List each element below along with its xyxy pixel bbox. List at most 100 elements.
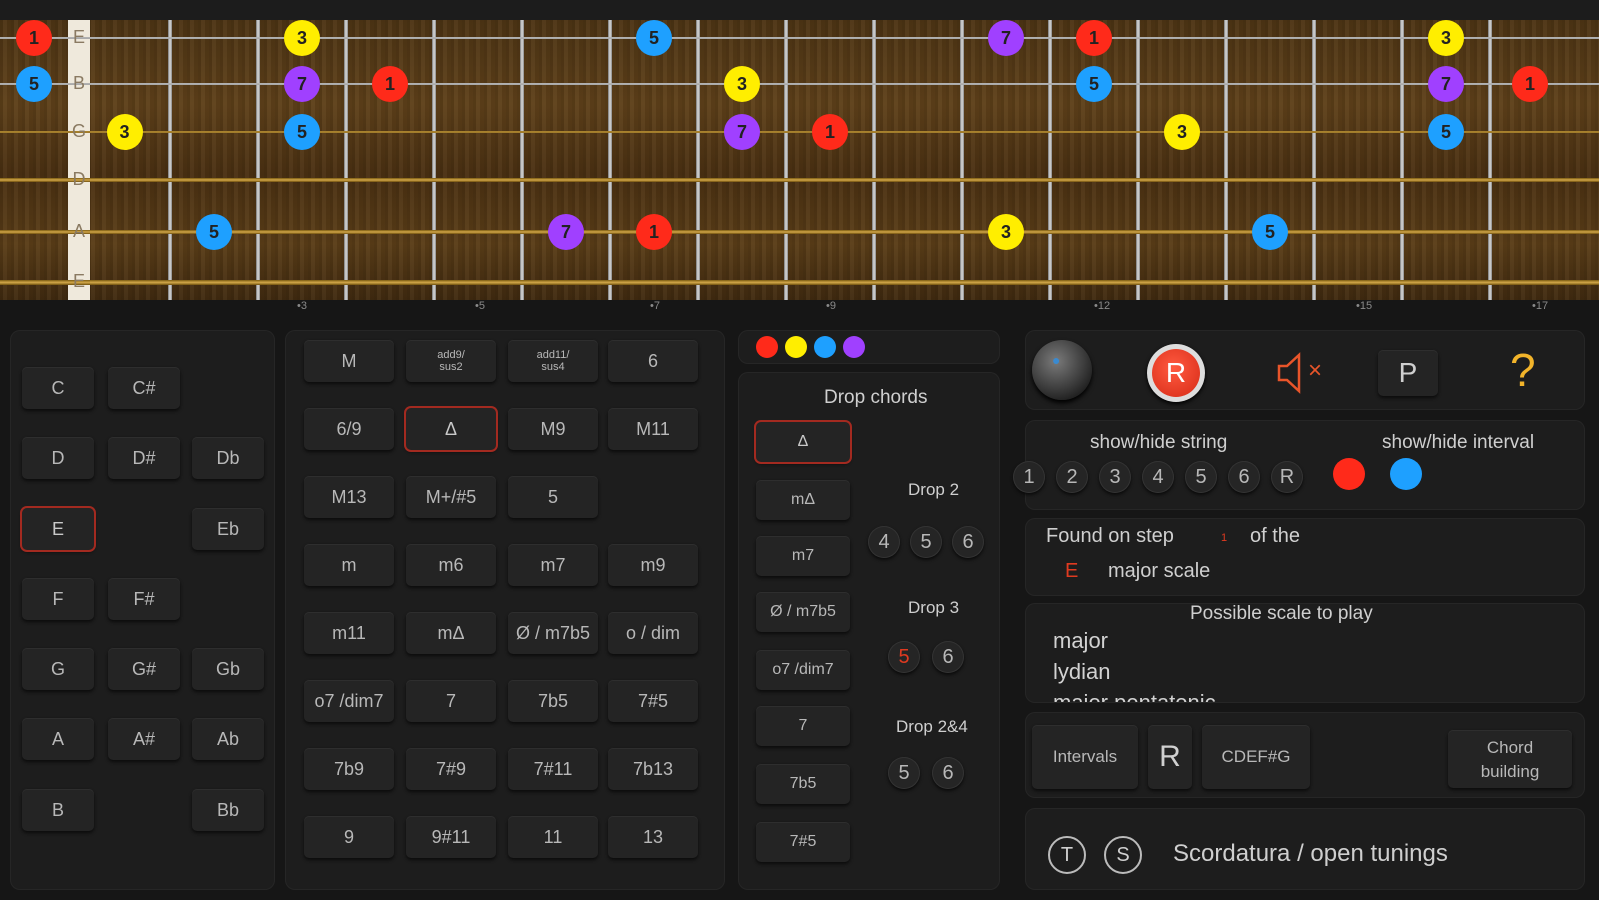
chord-type-button[interactable]: M9 <box>508 408 598 450</box>
root-note-button[interactable]: A# <box>108 718 180 760</box>
chord-type-button[interactable]: o / dim <box>608 612 698 654</box>
tuning-s-button[interactable]: S <box>1104 836 1142 874</box>
note-names-button[interactable]: CDEF#G <box>1202 725 1310 789</box>
note-dot[interactable]: 1 <box>16 20 52 56</box>
chord-type-button[interactable]: M <box>304 340 394 382</box>
chord-type-button[interactable]: 13 <box>608 816 698 858</box>
chord-building-button[interactable]: Chord building <box>1448 730 1572 788</box>
chord-type-button[interactable]: 9 <box>304 816 394 858</box>
chord-type-button[interactable]: 7b9 <box>304 748 394 790</box>
string-toggle-button[interactable]: 3 <box>1099 461 1131 493</box>
chord-type-button[interactable]: m11 <box>304 612 394 654</box>
drop-chord-button[interactable]: 7b5 <box>756 764 850 804</box>
root-note-button[interactable]: Db <box>192 437 264 479</box>
chord-type-button[interactable]: 6 <box>608 340 698 382</box>
note-dot[interactable]: 7 <box>284 66 320 102</box>
note-dot[interactable]: 1 <box>372 66 408 102</box>
chord-type-button[interactable]: add11/ sus4 <box>508 340 598 382</box>
string-toggle-button[interactable]: 2 <box>1056 461 1088 493</box>
string-line[interactable] <box>0 178 1599 182</box>
chord-type-button[interactable]: 7#5 <box>608 680 698 722</box>
drop24-voicing-button[interactable]: 5 <box>888 757 920 789</box>
root-note-button[interactable]: E <box>22 508 94 550</box>
note-dot[interactable]: 1 <box>1076 20 1112 56</box>
note-dot[interactable]: 3 <box>988 214 1024 250</box>
drop2-voicing-button[interactable]: 6 <box>952 526 984 558</box>
chord-type-button[interactable]: 9#11 <box>406 816 496 858</box>
intervals-button[interactable]: Intervals <box>1032 725 1138 789</box>
color-wheel-button[interactable]: ● <box>1032 340 1092 400</box>
string-toggle-button[interactable]: 5 <box>1185 461 1217 493</box>
root-note-button[interactable]: D# <box>108 437 180 479</box>
string-toggle-button[interactable]: R <box>1271 461 1303 493</box>
note-dot[interactable]: 3 <box>724 66 760 102</box>
note-dot[interactable]: 5 <box>1076 66 1112 102</box>
tuning-t-button[interactable]: T <box>1048 836 1086 874</box>
root-note-button[interactable]: D <box>22 437 94 479</box>
chord-type-button[interactable]: m9 <box>608 544 698 586</box>
note-dot[interactable]: 3 <box>1428 20 1464 56</box>
note-dot[interactable]: 7 <box>548 214 584 250</box>
chord-type-button[interactable]: M13 <box>304 476 394 518</box>
drop3-voicing-button[interactable]: 6 <box>932 641 964 673</box>
chord-type-button[interactable]: M+/#5 <box>406 476 496 518</box>
note-dot[interactable]: 5 <box>16 66 52 102</box>
record-button[interactable]: R <box>1147 344 1205 402</box>
note-dot[interactable]: 1 <box>812 114 848 150</box>
help-icon[interactable]: ? <box>1510 343 1536 397</box>
scale-item[interactable]: major <box>1053 628 1108 654</box>
possible-scale-list[interactable]: major lydian major pentatonic <box>1053 628 1553 702</box>
root-note-button[interactable]: Eb <box>192 508 264 550</box>
note-dot[interactable]: 7 <box>724 114 760 150</box>
chord-type-button[interactable]: 6/9 <box>304 408 394 450</box>
note-dot[interactable]: 5 <box>196 214 232 250</box>
drop-chord-button[interactable]: mΔ <box>756 480 850 520</box>
note-dot[interactable]: 5 <box>1428 114 1464 150</box>
note-dot[interactable]: 1 <box>636 214 672 250</box>
note-dot[interactable]: 5 <box>284 114 320 150</box>
drop2-voicing-button[interactable]: 5 <box>910 526 942 558</box>
note-dot[interactable]: 7 <box>988 20 1024 56</box>
drop-chord-button[interactable]: o7 /dim7 <box>756 650 850 690</box>
chord-type-button[interactable]: mΔ <box>406 612 496 654</box>
interval-toggle-dot[interactable] <box>1333 458 1365 490</box>
chord-type-button[interactable]: m7 <box>508 544 598 586</box>
note-dot[interactable]: 3 <box>1164 114 1200 150</box>
drop-chord-button[interactable]: m7 <box>756 536 850 576</box>
chord-type-button[interactable]: 7b5 <box>508 680 598 722</box>
string-line[interactable] <box>0 230 1599 234</box>
drop-chord-button[interactable]: 7 <box>756 706 850 746</box>
chord-type-button[interactable]: 11 <box>508 816 598 858</box>
root-note-button[interactable]: C# <box>108 367 180 409</box>
drop-chord-button[interactable]: 7#5 <box>756 822 850 862</box>
root-note-button[interactable]: Bb <box>192 789 264 831</box>
chord-type-button[interactable]: 5 <box>508 476 598 518</box>
note-dot[interactable]: 1 <box>1512 66 1548 102</box>
root-note-button[interactable]: C <box>22 367 94 409</box>
root-note-button[interactable]: B <box>22 789 94 831</box>
tunings-label[interactable]: Scordatura / open tunings <box>1173 840 1448 868</box>
root-note-button[interactable]: F# <box>108 578 180 620</box>
string-toggle-button[interactable]: 1 <box>1013 461 1045 493</box>
string-line[interactable] <box>0 37 1599 39</box>
chord-type-button[interactable]: m <box>304 544 394 586</box>
note-dot[interactable]: 5 <box>1252 214 1288 250</box>
string-line[interactable] <box>0 279 1599 285</box>
root-note-button[interactable]: G# <box>108 648 180 690</box>
chord-type-button[interactable]: M11 <box>608 408 698 450</box>
root-note-button[interactable]: G <box>22 648 94 690</box>
string-line[interactable] <box>0 131 1599 133</box>
scale-item[interactable]: major pentatonic <box>1053 690 1216 702</box>
chord-type-button[interactable]: 7#11 <box>508 748 598 790</box>
root-note-button[interactable]: Ab <box>192 718 264 760</box>
drop3-voicing-button[interactable]: 5 <box>888 641 920 673</box>
chord-type-button[interactable]: 7#9 <box>406 748 496 790</box>
note-dot[interactable]: 3 <box>106 114 143 150</box>
chord-type-button[interactable]: Ø / m7b5 <box>508 612 598 654</box>
chord-type-button[interactable]: Δ <box>406 408 496 450</box>
chord-type-button[interactable]: 7b13 <box>608 748 698 790</box>
drop2-voicing-button[interactable]: 4 <box>868 526 900 558</box>
note-dot[interactable]: 3 <box>284 20 320 56</box>
drop24-voicing-button[interactable]: 6 <box>932 757 964 789</box>
string-toggle-button[interactable]: 4 <box>1142 461 1174 493</box>
